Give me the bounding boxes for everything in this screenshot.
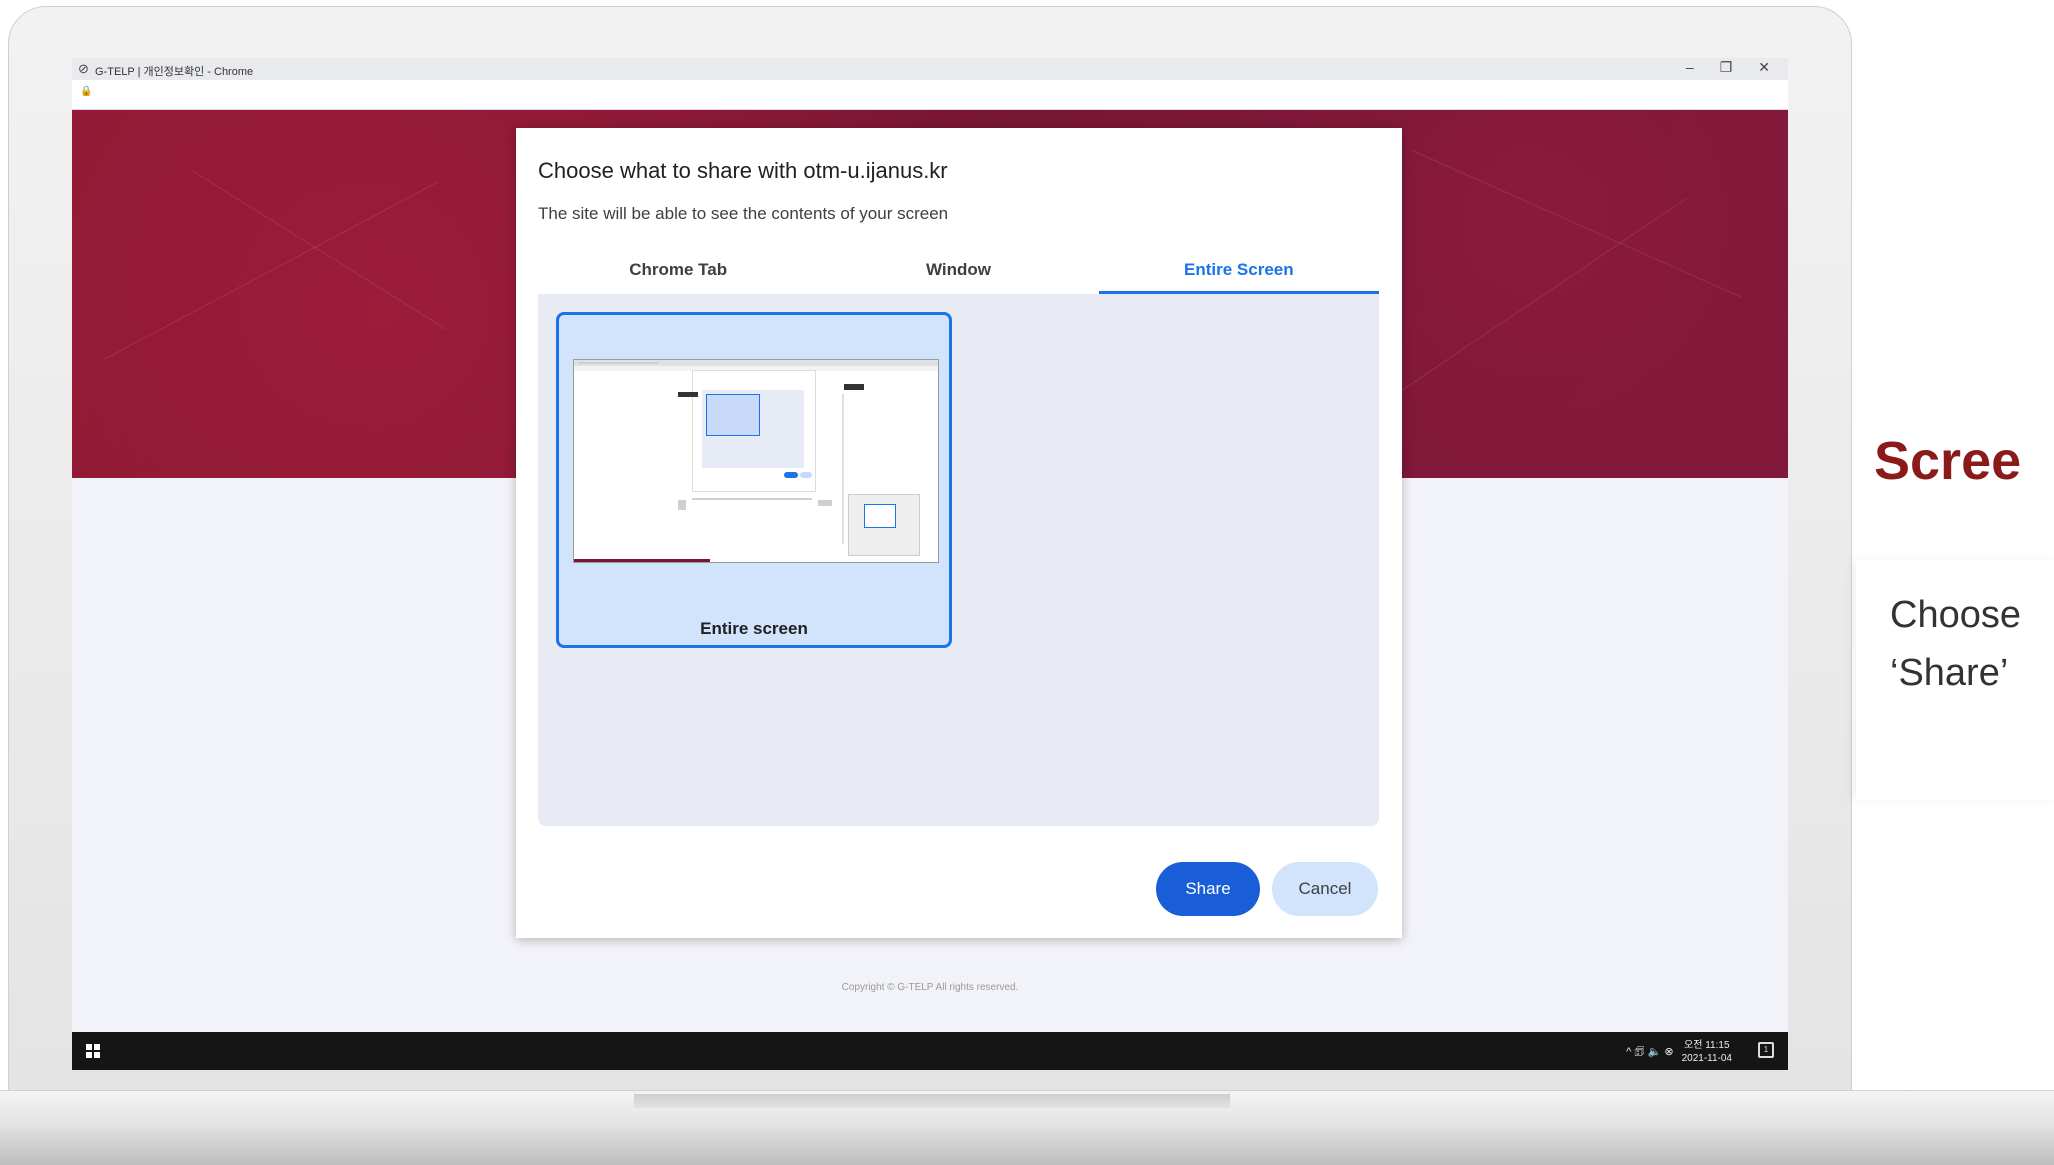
notification-icon[interactable]: 1 — [1758, 1042, 1774, 1058]
dialog-subtitle: The site will be able to see the content… — [538, 204, 949, 223]
source-list-pane: Entire screen — [538, 294, 1379, 826]
tab-chrome-tab[interactable]: Chrome Tab — [538, 250, 818, 294]
laptop-screen: ⊘ G-TELP | 개인정보확인 - Chrome – ❐ ✕ 🔒 Copyr… — [72, 58, 1788, 1070]
entire-screen-option[interactable]: Entire screen — [556, 312, 952, 648]
window-title: G-TELP | 개인정보확인 - Chrome — [95, 66, 254, 78]
source-label: Entire screen — [700, 619, 808, 638]
share-button[interactable]: Share — [1156, 862, 1260, 916]
tab-window[interactable]: Window — [818, 250, 1098, 294]
banner-decor-line — [1371, 197, 1688, 411]
slide-title: Scree — [1874, 431, 2022, 491]
clock-time: 오전 11:15 — [1684, 1040, 1730, 1051]
address-bar[interactable]: 🔒 — [72, 80, 1788, 110]
tab-entire-screen[interactable]: Entire Screen — [1098, 250, 1379, 294]
window-controls: – ❐ ✕ — [1686, 59, 1770, 76]
tray-icons[interactable]: ^ 🗊 🔈 ⊗ — [1626, 1043, 1673, 1062]
share-type-tabs: Chrome Tab Window Entire Screen — [538, 250, 1379, 295]
slide-body: Choose ‘Share’ — [1890, 586, 2021, 702]
banner-decor-line — [101, 181, 438, 361]
clock-date: 2021-11-04 — [1681, 1053, 1732, 1064]
share-screen-dialog: Choose what to share with otm-u.ijanus.k… — [516, 128, 1402, 938]
chrome-titlebar: ⊘ G-TELP | 개인정보확인 - Chrome – ❐ ✕ — [72, 58, 1788, 80]
restore-icon[interactable]: ❐ — [1720, 59, 1733, 76]
close-icon[interactable]: ✕ — [1758, 59, 1770, 76]
cancel-button[interactable]: Cancel — [1272, 862, 1378, 916]
banner-decor-line — [1411, 150, 1742, 298]
copyright-text: Copyright © G-TELP All rights reserved. — [841, 982, 1019, 993]
slide-body-line-1: Choose — [1890, 594, 2021, 636]
windows-start-icon[interactable] — [86, 1044, 100, 1058]
windows-taskbar: ^ 🗊 🔈 ⊗ 오전 11:15 2021-11-04 1 — [72, 1032, 1788, 1070]
laptop-notch — [634, 1094, 1230, 1108]
screen-thumbnail — [573, 359, 939, 563]
slide-body-line-2: ‘Share’ — [1890, 652, 2009, 694]
minimize-icon[interactable]: – — [1686, 59, 1694, 76]
chrome-icon: ⊘ — [78, 61, 89, 76]
dialog-title: Choose what to share with otm-u.ijanus.k… — [538, 158, 948, 183]
system-tray: ^ 🗊 🔈 ⊗ 오전 11:15 2021-11-04 — [1626, 1039, 1732, 1065]
tray-clock[interactable]: 오전 11:15 2021-11-04 — [1682, 1039, 1732, 1065]
lock-icon: 🔒 — [80, 86, 93, 97]
banner-decor-line — [191, 170, 447, 330]
